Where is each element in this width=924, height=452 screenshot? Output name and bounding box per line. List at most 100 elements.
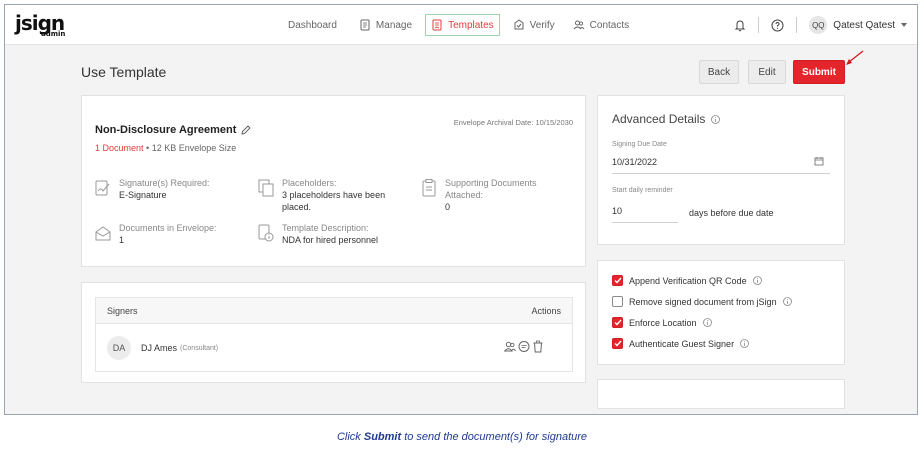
documents-in-envelope-label: Documents in Envelope:	[119, 223, 217, 233]
template-description-label: Template Description:	[282, 223, 369, 233]
signers-card: Signers Actions DA DJ Ames (Consultant)	[81, 282, 586, 383]
trash-icon[interactable]	[532, 340, 544, 353]
empty-card	[597, 379, 845, 409]
info-document-icon	[258, 224, 274, 242]
nav-manage[interactable]: Manage	[354, 14, 417, 36]
checkbox-checked[interactable]	[612, 338, 623, 349]
user-avatar: QQ	[809, 16, 828, 34]
user-name: Qatest Qatest	[833, 19, 895, 31]
nav-templates-label: Templates	[448, 19, 494, 31]
signature-icon	[95, 180, 110, 196]
archival-date: Envelope Archival Date: 10/15/2030	[453, 118, 573, 127]
caption-bold: Submit	[363, 431, 402, 443]
signer-actions	[504, 340, 544, 353]
envelope-size: 12 KB Envelope Size	[151, 143, 237, 153]
table-row: DA DJ Ames (Consultant)	[96, 324, 572, 372]
signatures-required-block: Signature(s) Required: E-Signature	[95, 177, 245, 201]
option-label: Remove signed document from jSign	[629, 296, 777, 307]
chevron-down-icon	[901, 23, 907, 27]
advanced-details-title-text: Advanced Details	[612, 112, 706, 126]
user-menu[interactable]: QQ Qatest Qatest	[809, 16, 907, 34]
nav-templates[interactable]: Templates	[425, 14, 500, 36]
template-icon	[432, 19, 442, 31]
envelope-icon	[95, 226, 111, 241]
option-label: Enforce Location	[629, 317, 697, 328]
checkbox-checked[interactable]	[612, 317, 623, 328]
due-date-underline	[612, 173, 830, 174]
option-label: Authenticate Guest Signer	[629, 338, 735, 349]
edit-button[interactable]: Edit	[748, 60, 786, 84]
option-enforce-location[interactable]: Enforce Location	[612, 317, 712, 328]
checkmark-icon	[614, 340, 622, 347]
document-title-text: Non-Disclosure Agreement	[95, 124, 237, 136]
documents-in-envelope-block: Documents in Envelope: 1	[95, 222, 245, 246]
nav-verify-label: Verify	[529, 19, 555, 31]
message-icon[interactable]	[518, 340, 530, 353]
nav-verify[interactable]: Verify	[508, 14, 560, 36]
info-icon[interactable]	[702, 318, 712, 327]
placeholders-value-line1: 3 placeholders have been	[282, 190, 386, 200]
user-toolbar: QQ Qatest Qatest	[734, 5, 907, 45]
toolbar-divider	[758, 17, 760, 33]
option-authenticate-guest[interactable]: Authenticate Guest Signer	[612, 338, 749, 349]
contacts-icon[interactable]	[504, 340, 516, 353]
signer-role: (Consultant)	[180, 344, 219, 352]
checkmark-icon	[614, 277, 622, 284]
app-window: jsign admin Dashboard Manage Templates V…	[4, 4, 918, 415]
supporting-documents-block: Supporting Documents Attached: 0	[421, 177, 581, 213]
document-count-link[interactable]: 1 Document	[95, 143, 144, 153]
supporting-documents-value: 0	[445, 202, 451, 212]
advanced-details-title: Advanced Details	[612, 112, 721, 126]
document-details-card: Non-Disclosure Agreement Envelope Archiv…	[81, 95, 586, 267]
page-title: Use Template	[81, 64, 167, 80]
option-remove-signed[interactable]: Remove signed document from jSign	[612, 296, 792, 307]
signers-table: Signers Actions DA DJ Ames (Consultant)	[95, 297, 573, 372]
checkbox-unchecked[interactable]	[612, 296, 623, 307]
signer-avatar: DA	[107, 336, 131, 360]
help-icon[interactable]	[771, 19, 784, 32]
pencil-icon[interactable]	[241, 125, 252, 135]
option-append-qr[interactable]: Append Verification QR Code	[612, 275, 762, 286]
nav-contacts[interactable]: Contacts	[568, 14, 634, 36]
bell-icon[interactable]	[734, 19, 746, 32]
calendar-icon[interactable]	[814, 156, 824, 166]
document-icon	[360, 19, 370, 31]
info-icon[interactable]	[752, 276, 762, 285]
reminder-suffix: days before due date	[689, 208, 774, 218]
reminder-underline	[612, 222, 678, 223]
signers-table-header: Signers Actions	[96, 298, 572, 324]
nav-dashboard-label: Dashboard	[288, 19, 337, 31]
supporting-documents-label-line2: Attached:	[445, 190, 484, 200]
document-meta: 1 Document • 12 KB Envelope Size	[95, 143, 236, 153]
info-icon[interactable]	[711, 114, 721, 124]
submit-button[interactable]: Submit	[793, 60, 845, 84]
documents-in-envelope-value: 1	[119, 235, 125, 245]
info-icon[interactable]	[782, 297, 792, 306]
signatures-required-label: Signature(s) Required:	[119, 178, 210, 188]
checkbox-checked[interactable]	[612, 275, 623, 286]
top-navigation-bar: jsign admin Dashboard Manage Templates V…	[5, 5, 917, 45]
reminder-days-input[interactable]: 10	[612, 206, 622, 216]
placeholders-block: Placeholders: 3 placeholders have been p…	[258, 177, 408, 213]
contacts-icon	[573, 20, 585, 30]
jsign-logo[interactable]: jsign admin	[15, 11, 66, 38]
logo-subtext: admin	[41, 30, 66, 38]
document-title: Non-Disclosure Agreement	[95, 124, 252, 136]
main-nav: Dashboard Manage Templates Verify Contac…	[283, 5, 634, 45]
reminder-label: Start daily reminder	[612, 187, 673, 194]
info-icon[interactable]	[740, 339, 749, 348]
due-date-input[interactable]: 10/31/2022	[612, 157, 657, 167]
signatures-required-value: E-Signature	[119, 190, 167, 200]
caption: Click Submit to send the document(s) for…	[0, 431, 924, 443]
template-description-block: Template Description: NDA for hired pers…	[258, 222, 418, 246]
placeholders-label: Placeholders:	[282, 178, 337, 188]
toolbar-divider	[796, 17, 798, 33]
back-button[interactable]: Back	[699, 60, 739, 84]
clipboard-icon	[422, 179, 436, 197]
advanced-details-card: Advanced Details Signing Due Date 10/31/…	[597, 95, 845, 245]
actions-header: Actions	[531, 305, 561, 316]
nav-dashboard[interactable]: Dashboard	[283, 14, 342, 36]
template-description-value: NDA for hired personnel	[282, 235, 379, 245]
option-label: Append Verification QR Code	[629, 275, 747, 286]
checkmark-icon	[614, 319, 622, 326]
